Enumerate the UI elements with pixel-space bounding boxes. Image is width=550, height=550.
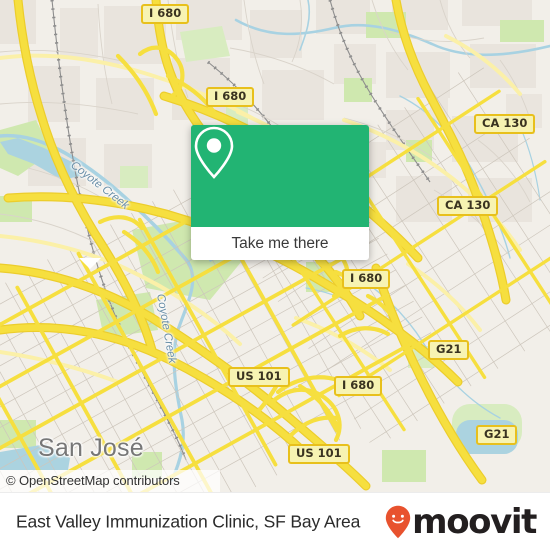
popup-header — [191, 125, 369, 227]
moovit-logo[interactable]: moovit — [385, 502, 537, 542]
popup-action-bar[interactable]: Take me there — [191, 227, 369, 260]
highway-shield: US 101 — [228, 367, 290, 387]
highway-shield: CA 130 — [474, 114, 536, 134]
take-me-there-label: Take me there — [231, 234, 329, 252]
highway-shield: I 680 — [334, 376, 383, 396]
highway-shield: CA 130 — [437, 196, 499, 216]
highway-shield: I 680 — [141, 4, 190, 24]
moovit-wordmark: moovit — [412, 502, 537, 542]
map-label-city: San José — [38, 434, 144, 462]
page-title: East Valley Immunization Clinic, SF Bay … — [16, 511, 361, 532]
map-canvas[interactable]: .blk { fill:#e9e4dd; } .blk2 { fill:#eae… — [0, 0, 550, 492]
popup-pointer-tail — [79, 258, 101, 269]
osm-attribution[interactable]: © OpenStreetMap contributors — [0, 470, 220, 492]
highway-shield: I 680 — [342, 269, 391, 289]
highway-shield: G21 — [428, 340, 470, 360]
map-screenshot: .blk { fill:#e9e4dd; } .blk2 { fill:#eae… — [0, 0, 550, 550]
moovit-pin-smiley-icon — [385, 505, 411, 539]
highway-shield: I 680 — [206, 87, 255, 107]
highway-shield: G21 — [476, 425, 518, 445]
map-pin-icon — [194, 126, 234, 179]
location-popup-card[interactable]: Take me there — [191, 125, 369, 260]
highway-shield: US 101 — [288, 444, 350, 464]
page-footer: East Valley Immunization Clinic, SF Bay … — [0, 492, 550, 550]
